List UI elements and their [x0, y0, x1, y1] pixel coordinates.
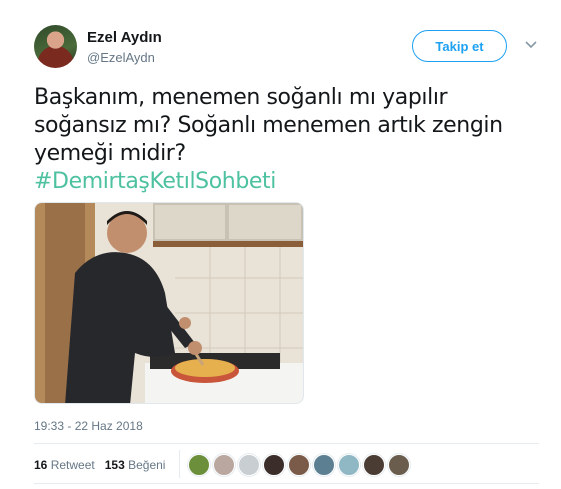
like-count-value: 153 [104, 458, 125, 472]
follow-button[interactable]: Takip et [412, 30, 507, 62]
like-count[interactable]: 153 Beğeni [105, 458, 166, 472]
like-label: Beğeni [128, 458, 166, 472]
liker-avatar[interactable] [263, 454, 285, 476]
tweet-text-line: soğansız mı? Soğanlı menemen artık zengi… [34, 113, 503, 138]
kitchen-photo [35, 203, 303, 403]
divider [34, 483, 539, 484]
tweet-header: Ezel Aydın @EzelAydn Takip et [34, 24, 544, 74]
divider [34, 443, 539, 444]
liker-avatar[interactable] [388, 454, 410, 476]
liker-avatar[interactable] [238, 454, 260, 476]
hashtag-link[interactable]: #DemirtaşKetılSohbeti [34, 168, 534, 196]
retweet-label: Retweet [50, 458, 95, 472]
chevron-down-icon[interactable] [524, 37, 538, 51]
tweet-text-line: yemeği midir? [34, 141, 186, 166]
liker-avatar[interactable] [338, 454, 360, 476]
stats-separator [179, 450, 180, 478]
retweet-count-value: 16 [34, 458, 48, 472]
user-name[interactable]: Ezel Aydın [87, 29, 162, 46]
liker-avatar[interactable] [288, 454, 310, 476]
liker-avatar[interactable] [213, 454, 235, 476]
tweet-stats: 16 Retweet 153 Beğeni [34, 458, 165, 472]
avatar[interactable] [34, 25, 77, 68]
tweet-text-line: Başkanım, menemen soğanlı mı yapılır [34, 85, 448, 110]
likers-avatars [188, 454, 410, 476]
liker-avatar[interactable] [363, 454, 385, 476]
liker-avatar[interactable] [313, 454, 335, 476]
user-handle[interactable]: @EzelAydn [87, 50, 155, 65]
retweet-count[interactable]: 16 Retweet [34, 458, 95, 472]
tweet-timestamp[interactable]: 19:33 - 22 Haz 2018 [34, 419, 143, 433]
liker-avatar[interactable] [188, 454, 210, 476]
tweet-photo[interactable] [34, 202, 304, 404]
tweet-text: Başkanım, menemen soğanlı mı yapılır soğ… [34, 84, 534, 196]
